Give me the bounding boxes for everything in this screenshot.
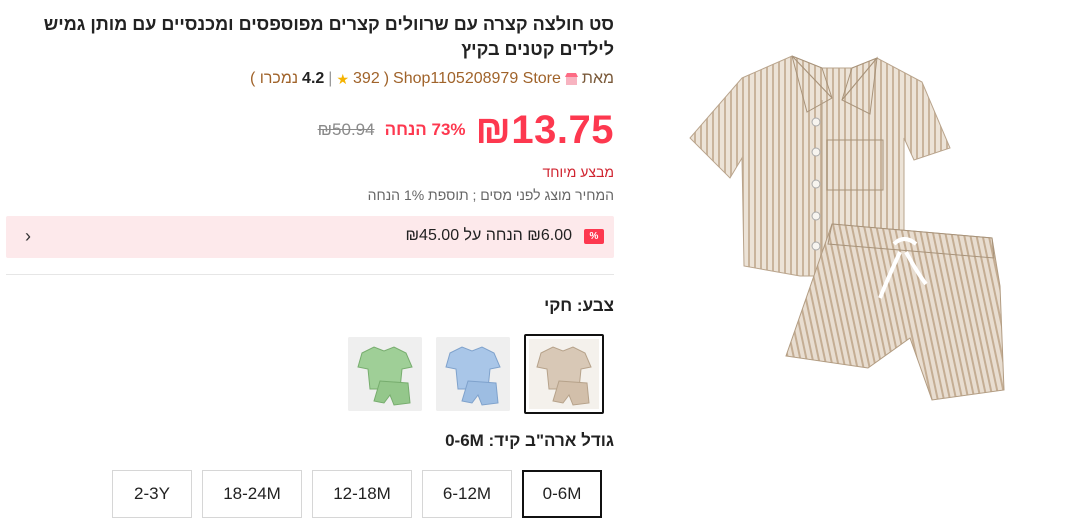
original-price: ₪50.94 — [317, 120, 375, 139]
product-info-panel: סט חולצה קצרה עם שרוולים קצרים מפוספסים … — [6, 0, 614, 528]
chevron-left-icon[interactable]: ‹ — [18, 226, 38, 246]
size-option-12-18m[interactable]: 12-18M — [312, 470, 412, 518]
open-paren: ( — [383, 70, 390, 87]
discount-percent: 73% הנחה — [384, 120, 466, 139]
by-label: מאת — [581, 70, 614, 87]
size-option-0-6m[interactable]: 0-6M — [522, 470, 602, 518]
review-count[interactable]: 392 — [353, 70, 380, 88]
store-rating: 4.2 — [302, 70, 325, 87]
star-icon: ★ — [336, 70, 350, 87]
divider — [6, 274, 614, 275]
special-deal-label: מבצע מיוחד — [542, 164, 614, 180]
color-label: צבע: חקי — [544, 296, 614, 315]
sold-count: נמכרו ) — [249, 70, 299, 87]
size-label: גודל ארה"ב קיד: 0-6M — [445, 431, 614, 450]
size-option-2-3y[interactable]: 2-3Y — [112, 470, 192, 518]
store-icon — [564, 72, 578, 85]
store-name-link[interactable]: Shop1105208979 Store — [393, 70, 561, 88]
size-option-6-12m[interactable]: 6-12M — [422, 470, 512, 518]
coupon-percent-icon: % — [584, 229, 604, 244]
size-option-18-24m[interactable]: 18-24M — [202, 470, 302, 518]
color-swatch-green[interactable] — [348, 337, 422, 411]
store-line: מאת Shop1105208979 Store ( 392 ★ | 4.2 נ… — [250, 70, 614, 88]
color-swatch-khaki[interactable] — [524, 334, 604, 414]
product-title: סט חולצה קצרה עם שרוולים קצרים מפוספסים … — [43, 14, 614, 59]
product-main-image[interactable] — [682, 38, 1028, 418]
coupon-text: ₪6.00 הנחה על ₪45.00 — [405, 227, 572, 244]
separator: | — [328, 70, 333, 87]
current-price: ₪13.75 — [475, 107, 614, 152]
price-row: ₪13.75 73% הנחה ₪50.94 — [318, 104, 614, 156]
tax-note: המחיר מוצג לפני מסים ; תוספת 1% הנחה — [367, 187, 614, 203]
coupon-banner[interactable]: % ₪6.00 הנחה על ₪45.00 ‹ — [6, 216, 614, 258]
color-swatch-blue[interactable] — [436, 337, 510, 411]
